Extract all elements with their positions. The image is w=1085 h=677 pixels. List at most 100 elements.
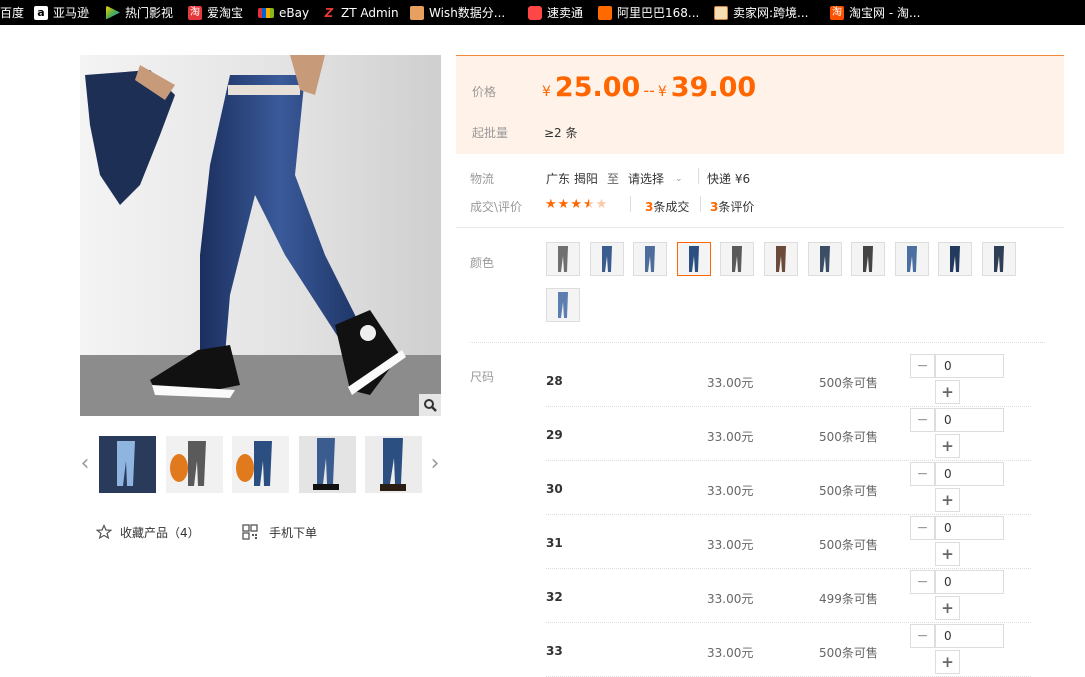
size-stock: 500条可售 [819,376,878,390]
color-swatch[interactable] [546,288,580,322]
qty-increment-button[interactable]: + [935,650,960,674]
color-swatch[interactable] [982,242,1016,276]
color-swatch[interactable] [633,242,668,276]
bookmark-seller[interactable]: 卖家网:跨境... [714,0,809,25]
wish-icon [410,5,424,20]
seller-icon [714,5,728,20]
qty-decrement-button[interactable]: − [910,354,935,378]
size-price: 33.00元 [707,646,754,660]
qty-input[interactable]: 0 [935,462,1004,486]
qty-increment-button[interactable]: + [935,596,960,620]
thumbnail-3[interactable] [232,436,289,493]
deals-label: 成交\评价 [470,200,523,214]
moq-label: 起批量 [472,126,509,140]
bookmark-wish[interactable]: Wish数据分... [410,0,505,25]
thumb-image [166,436,223,493]
color-swatch[interactable] [546,242,580,276]
qty-increment-button[interactable]: + [935,488,960,512]
color-swatch[interactable] [589,242,624,276]
qty-decrement-button[interactable]: − [910,462,935,486]
thumb-image [299,436,356,493]
size-price: 33.00元 [707,538,754,552]
shipping-fee: 快递 ¥6 [707,172,751,186]
thumb-image [232,436,289,493]
size-price: 33.00元 [707,376,754,390]
bookmark-label: 淘宝网 - 淘... [849,6,921,20]
zt-icon: Z [324,5,334,20]
bookmark-label: 亚马逊 [53,6,90,20]
qty-decrement-button[interactable]: − [910,570,935,594]
size-value: 30 [546,482,563,496]
destination-select[interactable]: 请选择 ⌄ [628,170,683,187]
section-divider [456,227,1064,228]
swatch-image [590,243,623,275]
qty-increment-button[interactable]: + [935,434,960,458]
review-count-link[interactable]: 3条评价 [710,198,754,215]
qty-decrement-button[interactable]: − [910,624,935,648]
rating-star-icon: ★ [582,197,595,212]
row-divider [546,568,1031,569]
review-unit: 条评价 [718,200,755,214]
qty-increment-button[interactable]: + [935,380,960,404]
swatch-image [547,289,579,321]
sales-count-link[interactable]: 3条成交 [645,198,689,215]
thumb-image [99,436,156,493]
color-swatch[interactable] [676,242,711,276]
qty-increment-button[interactable]: + [935,542,960,566]
bookmark-movies[interactable]: 热门影视 [106,0,173,25]
color-swatch[interactable] [938,242,973,276]
color-swatch[interactable] [807,242,842,276]
color-swatch[interactable] [764,242,798,276]
size-price: 33.00元 [707,484,754,498]
qty-decrement-button[interactable]: − [910,516,935,540]
size-value: 33 [546,644,563,658]
mobile-order-button[interactable]: 手机下单 [242,523,317,541]
qty-decrement-button[interactable]: − [910,408,935,432]
divider [698,168,699,184]
thumbnail-1[interactable] [99,436,156,493]
thumbnail-5[interactable] [365,436,422,493]
favorite-label: 收藏产品（4） [120,525,200,540]
thumbnail-4[interactable] [299,436,356,493]
price-min: 25.00 [554,72,641,103]
bookmark-ztadmin[interactable]: Z ZT Admin [322,0,399,25]
color-swatch[interactable] [851,242,886,276]
size-price: 33.00元 [707,592,754,606]
color-swatch[interactable] [894,242,929,276]
size-price: 33.00元 [707,430,754,444]
alibaba-icon [598,5,612,20]
price-range: ¥ 25.00 -- ¥ 39.00 [542,72,756,103]
qty-input[interactable]: 0 [935,516,1004,540]
qty-input[interactable]: 0 [935,408,1004,432]
star-outline-icon [96,524,112,540]
divider [700,196,701,212]
bookmark-taobao[interactable]: 淘淘宝网 - 淘... [830,0,920,25]
thumb-image [365,436,422,493]
favorite-product-button[interactable]: 收藏产品（4） [96,523,200,541]
main-product-image[interactable] [80,55,441,416]
bookmark-label: 卖家网:跨境... [733,6,809,20]
bookmark-1688[interactable]: 阿里巴巴168... [598,0,699,25]
qty-input[interactable]: 0 [935,624,1004,648]
bookmark-itaobao[interactable]: 淘爱淘宝 [188,0,243,25]
bookmark-baidu[interactable]: 百度 [0,0,24,25]
thumbnail-2[interactable] [166,436,223,493]
bookmark-label: ZT Admin [341,5,399,20]
thumb-prev-arrow[interactable]: ‹ [78,450,92,476]
thumb-next-arrow[interactable]: › [428,450,442,476]
bookmark-aliexpress[interactable]: 速卖通 [528,0,583,25]
amazon-icon: a [34,5,48,20]
color-swatch[interactable] [720,242,755,276]
qty-input[interactable]: 0 [935,570,1004,594]
size-stock: 500条可售 [819,484,878,498]
price-panel: 价格 ¥ 25.00 -- ¥ 39.00 起批量 ≥2 条 [456,55,1064,154]
swatch-image [634,243,667,275]
qty-input[interactable]: 0 [935,354,1004,378]
size-stock: 500条可售 [819,538,878,552]
bookmark-amazon[interactable]: a 亚马逊 [34,0,89,25]
divider [630,196,631,212]
magnifier-icon [424,399,437,412]
zoom-button[interactable] [419,394,441,416]
swatch-image [895,243,928,275]
bookmark-ebay[interactable]: eBay [258,0,309,25]
